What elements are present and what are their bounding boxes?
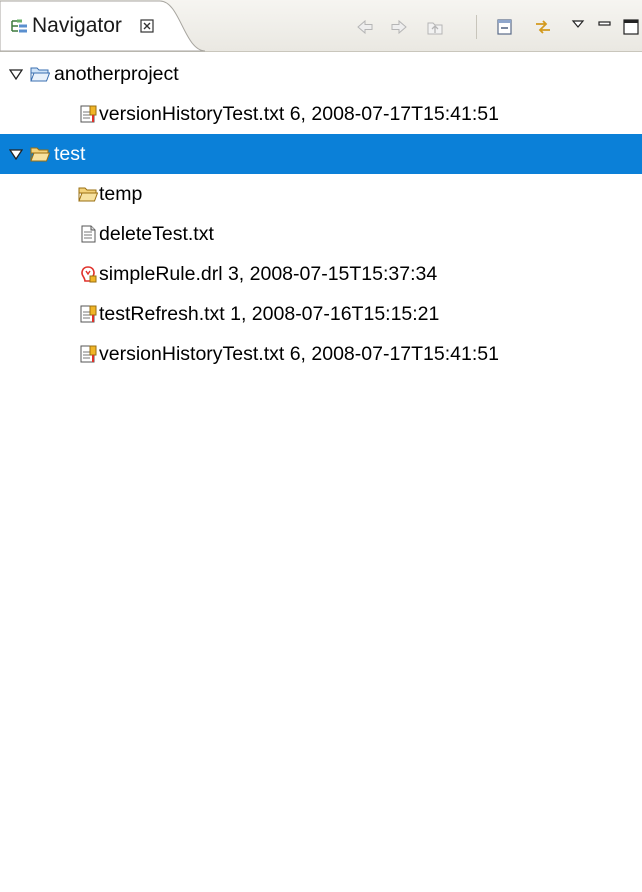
navigator-view: Navigator anotherproject versionHistoryT…	[0, 0, 642, 892]
versioned-text-file-icon	[78, 105, 98, 123]
toolbar-separator	[476, 15, 477, 39]
back-arrow-icon[interactable]	[352, 14, 378, 40]
tree-item-file[interactable]: versionHistoryTest.txt 6, 2008-07-17T15:…	[0, 334, 642, 374]
tab-title: Navigator	[32, 14, 122, 37]
tree-item-file[interactable]: versionHistoryTest.txt 6, 2008-07-17T15:…	[0, 94, 642, 134]
maximize-icon[interactable]	[618, 14, 642, 40]
rule-file-icon	[78, 265, 98, 283]
close-icon[interactable]	[140, 19, 154, 33]
open-folder-icon	[78, 185, 98, 203]
tree-item-anotherproject[interactable]: anotherproject	[0, 54, 642, 94]
tree-item-file[interactable]: testRefresh.txt 1, 2008-07-16T15:15:21	[0, 294, 642, 334]
tree-item-test[interactable]: test	[0, 134, 642, 174]
chevron-down-icon[interactable]	[9, 68, 23, 80]
versioned-text-file-icon	[78, 305, 98, 323]
open-folder-icon	[30, 145, 50, 163]
view-tab-bar: Navigator	[0, 0, 642, 52]
tree-item-label: versionHistoryTest.txt 6, 2008-07-17T15:…	[99, 343, 499, 365]
versioned-text-file-icon	[78, 345, 98, 363]
view-menu-icon[interactable]	[566, 14, 592, 40]
navigator-tree: anotherproject versionHistoryTest.txt 6,…	[0, 54, 642, 374]
view-toolbar	[352, 14, 642, 40]
minimize-icon[interactable]	[592, 14, 618, 40]
tree-item-label: deleteTest.txt	[99, 223, 214, 245]
tree-item-label: testRefresh.txt 1, 2008-07-16T15:15:21	[99, 303, 440, 325]
up-folder-icon[interactable]	[422, 14, 448, 40]
tree-item-label: temp	[99, 183, 143, 205]
forward-arrow-icon[interactable]	[386, 14, 412, 40]
collapse-all-icon[interactable]	[492, 14, 518, 40]
link-with-editor-icon[interactable]	[530, 14, 556, 40]
open-folder-icon	[30, 65, 50, 83]
tree-item-label: versionHistoryTest.txt 6, 2008-07-17T15:…	[99, 103, 499, 125]
tree-item-label: anotherproject	[54, 63, 179, 85]
tree-item-file[interactable]: simpleRule.drl 3, 2008-07-15T15:37:34	[0, 254, 642, 294]
navigator-icon	[11, 19, 31, 33]
text-file-icon	[78, 225, 98, 243]
chevron-down-icon[interactable]	[9, 148, 23, 160]
tree-item-file[interactable]: deleteTest.txt	[0, 214, 642, 254]
tree-item-label: simpleRule.drl 3, 2008-07-15T15:37:34	[99, 263, 438, 285]
navigator-tab[interactable]: Navigator	[0, 0, 210, 52]
tree-item-label: test	[54, 143, 86, 165]
tree-item-folder[interactable]: temp	[0, 174, 642, 214]
